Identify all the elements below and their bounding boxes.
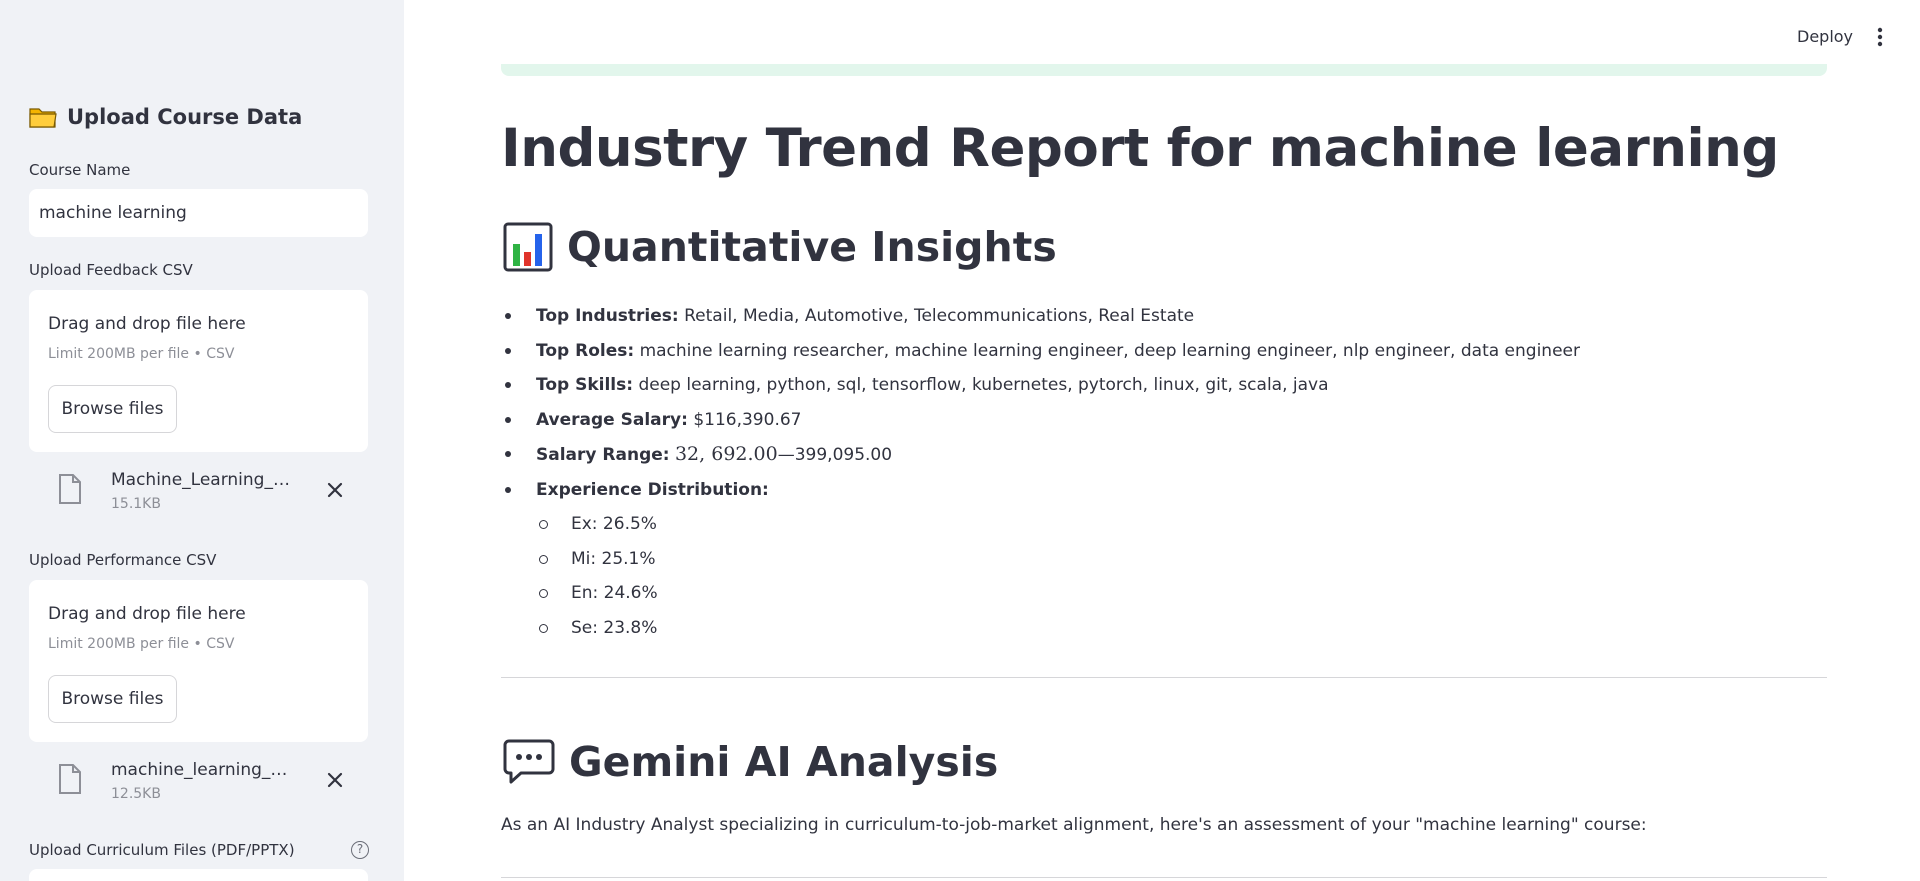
close-icon[interactable] xyxy=(325,770,345,790)
list-item: Top Roles: machine learning researcher, … xyxy=(501,334,1580,369)
uploaded-file-performance: machine_learning_perf… 12.5KB xyxy=(29,754,368,814)
sub-list-item: En: 24.6% xyxy=(536,576,1580,611)
file-icon xyxy=(59,764,81,794)
browse-files-button[interactable]: Browse files xyxy=(48,675,177,723)
dropzone-limit: Limit 200MB per file • CSV xyxy=(48,346,235,362)
item-label: Top Skills: xyxy=(536,375,634,395)
file-name: machine_learning_perf… xyxy=(111,760,291,780)
section-title: Gemini AI Analysis xyxy=(569,738,999,786)
experience-sublist: Ex: 26.5% Mi: 25.1% En: 24.6% Se: 23.8% xyxy=(536,507,1580,645)
course-name-label: Course Name xyxy=(29,161,131,179)
gemini-analysis-heading: Gemini AI Analysis xyxy=(503,738,998,786)
uploaded-file-feedback: Machine_Learning_feed… 15.1KB xyxy=(29,464,368,524)
item-value: $116,390.67 xyxy=(693,409,802,430)
file-size: 12.5KB xyxy=(111,786,161,802)
sub-list-item: Se: 23.8% xyxy=(536,611,1580,646)
item-value: machine learning researcher, machine lea… xyxy=(639,340,1580,361)
list-item: Top Skills: deep learning, python, sql, … xyxy=(501,368,1580,403)
section-title: Quantitative Insights xyxy=(567,223,1057,271)
sidebar-header: Upload Course Data xyxy=(29,105,302,129)
main-content: Industry Trend Report for machine learni… xyxy=(501,0,1827,881)
performance-upload-label: Upload Performance CSV xyxy=(29,551,217,569)
close-icon[interactable] xyxy=(325,480,345,500)
dropzone-title: Drag and drop file here xyxy=(48,604,246,624)
folder-icon xyxy=(29,108,57,128)
list-item: Salary Range: 32, 692.00—399,095.00 xyxy=(501,437,1580,473)
browse-files-button[interactable]: Browse files xyxy=(48,385,177,433)
page-title: Industry Trend Report for machine learni… xyxy=(501,118,1779,179)
curriculum-upload-label: Upload Curriculum Files (PDF/PPTX) xyxy=(29,841,295,859)
sub-list-item: Ex: 26.5% xyxy=(536,507,1580,542)
item-value: deep learning, python, sql, tensorflow, … xyxy=(638,375,1329,395)
divider xyxy=(501,877,1827,878)
curriculum-dropzone[interactable] xyxy=(29,869,368,881)
item-value-math: 32, 692.00 xyxy=(674,443,778,465)
file-name: Machine_Learning_feed… xyxy=(111,470,291,490)
item-value: —399,095.00 xyxy=(777,445,893,465)
divider xyxy=(501,677,1827,678)
feedback-upload-label: Upload Feedback CSV xyxy=(29,261,193,279)
item-label: Salary Range: xyxy=(536,445,670,465)
dropzone-limit: Limit 200MB per file • CSV xyxy=(48,636,235,652)
success-alert xyxy=(501,64,1827,76)
speech-bubble-icon xyxy=(503,739,555,784)
course-name-input[interactable]: machine learning xyxy=(29,189,368,237)
sidebar-title: Upload Course Data xyxy=(67,105,303,129)
quantitative-insights-heading: Quantitative Insights xyxy=(503,222,1057,272)
file-size: 15.1KB xyxy=(111,496,161,512)
gemini-intro-text: As an AI Industry Analyst specializing i… xyxy=(501,815,1647,835)
feedback-dropzone[interactable]: Drag and drop file here Limit 200MB per … xyxy=(29,290,368,452)
item-label: Top Industries: xyxy=(536,306,679,326)
file-icon xyxy=(59,474,81,504)
list-item: Experience Distribution: Ex: 26.5% Mi: 2… xyxy=(501,473,1580,646)
kebab-menu-icon[interactable] xyxy=(1877,27,1883,47)
dropzone-title: Drag and drop file here xyxy=(48,314,246,334)
sidebar: Upload Course Data Course Name machine l… xyxy=(0,0,404,881)
item-label: Top Roles: xyxy=(536,340,635,361)
item-label: Experience Distribution: xyxy=(536,479,769,500)
list-item: Top Industries: Retail, Media, Automotiv… xyxy=(501,299,1580,334)
insights-list: Top Industries: Retail, Media, Automotiv… xyxy=(501,299,1580,645)
sub-list-item: Mi: 25.1% xyxy=(536,542,1580,577)
performance-dropzone[interactable]: Drag and drop file here Limit 200MB per … xyxy=(29,580,368,742)
item-value: Retail, Media, Automotive, Telecommunica… xyxy=(684,306,1195,326)
list-item: Average Salary: $116,390.67 xyxy=(501,403,1580,438)
bar-chart-icon xyxy=(503,222,553,272)
help-icon[interactable]: ? xyxy=(351,841,369,859)
item-label: Average Salary: xyxy=(536,409,688,430)
